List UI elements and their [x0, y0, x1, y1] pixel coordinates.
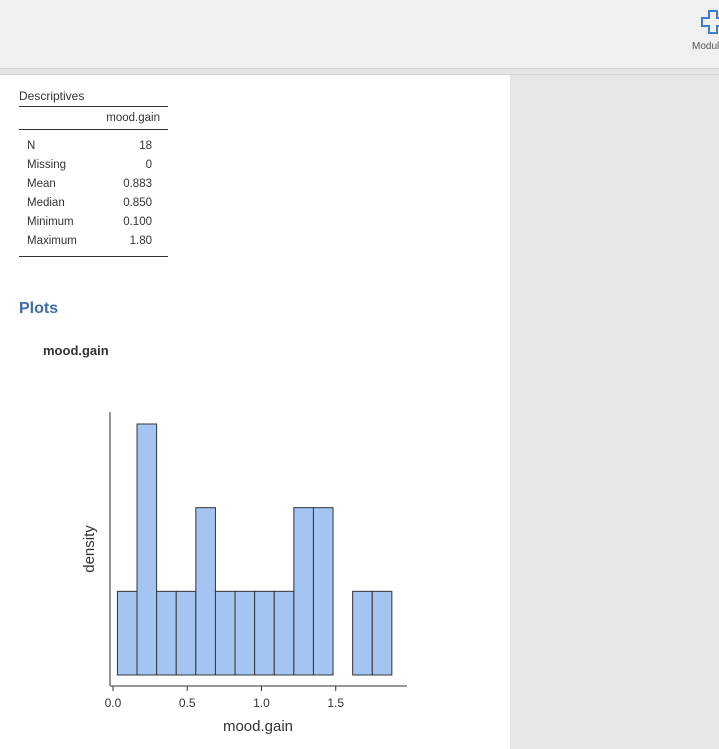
- histogram-bar: [136, 423, 158, 676]
- modules-label: Modules: [692, 41, 719, 52]
- histogram-bar: [371, 590, 393, 676]
- main-toolbar: Modules: [0, 0, 719, 69]
- histogram-chart: 0.0 0.5 1.0 1.5 density mood.gain: [81, 412, 407, 735]
- x-tick-label: 1.0: [253, 696, 270, 710]
- histogram-bar: [234, 590, 256, 676]
- histogram-bar: [273, 590, 295, 676]
- modules-button[interactable]: Modules: [690, 6, 719, 58]
- right-panel: [510, 75, 719, 749]
- y-axis-label: density: [81, 525, 98, 573]
- histogram-bar: [254, 590, 275, 676]
- plus-icon: [701, 10, 719, 34]
- x-ticks: 0.0 0.5 1.0 1.5: [105, 686, 344, 710]
- x-tick-label: 0.0: [105, 696, 122, 710]
- x-axis-label: mood.gain: [223, 718, 293, 735]
- histogram-bar: [195, 507, 216, 676]
- histogram-bar: [214, 590, 236, 676]
- histogram-bar: [312, 507, 334, 676]
- histogram-bar: [156, 590, 177, 676]
- histogram-bar: [116, 590, 138, 676]
- histogram-bar: [175, 590, 197, 676]
- results-panel: Descriptives mood.gain N 18 Missing 0 Me…: [0, 75, 510, 749]
- histogram-bar: [293, 507, 314, 676]
- x-tick-label: 1.5: [327, 696, 344, 710]
- histogram-bars: [116, 423, 393, 676]
- histogram-bar: [352, 590, 373, 676]
- x-tick-label: 0.5: [179, 696, 196, 710]
